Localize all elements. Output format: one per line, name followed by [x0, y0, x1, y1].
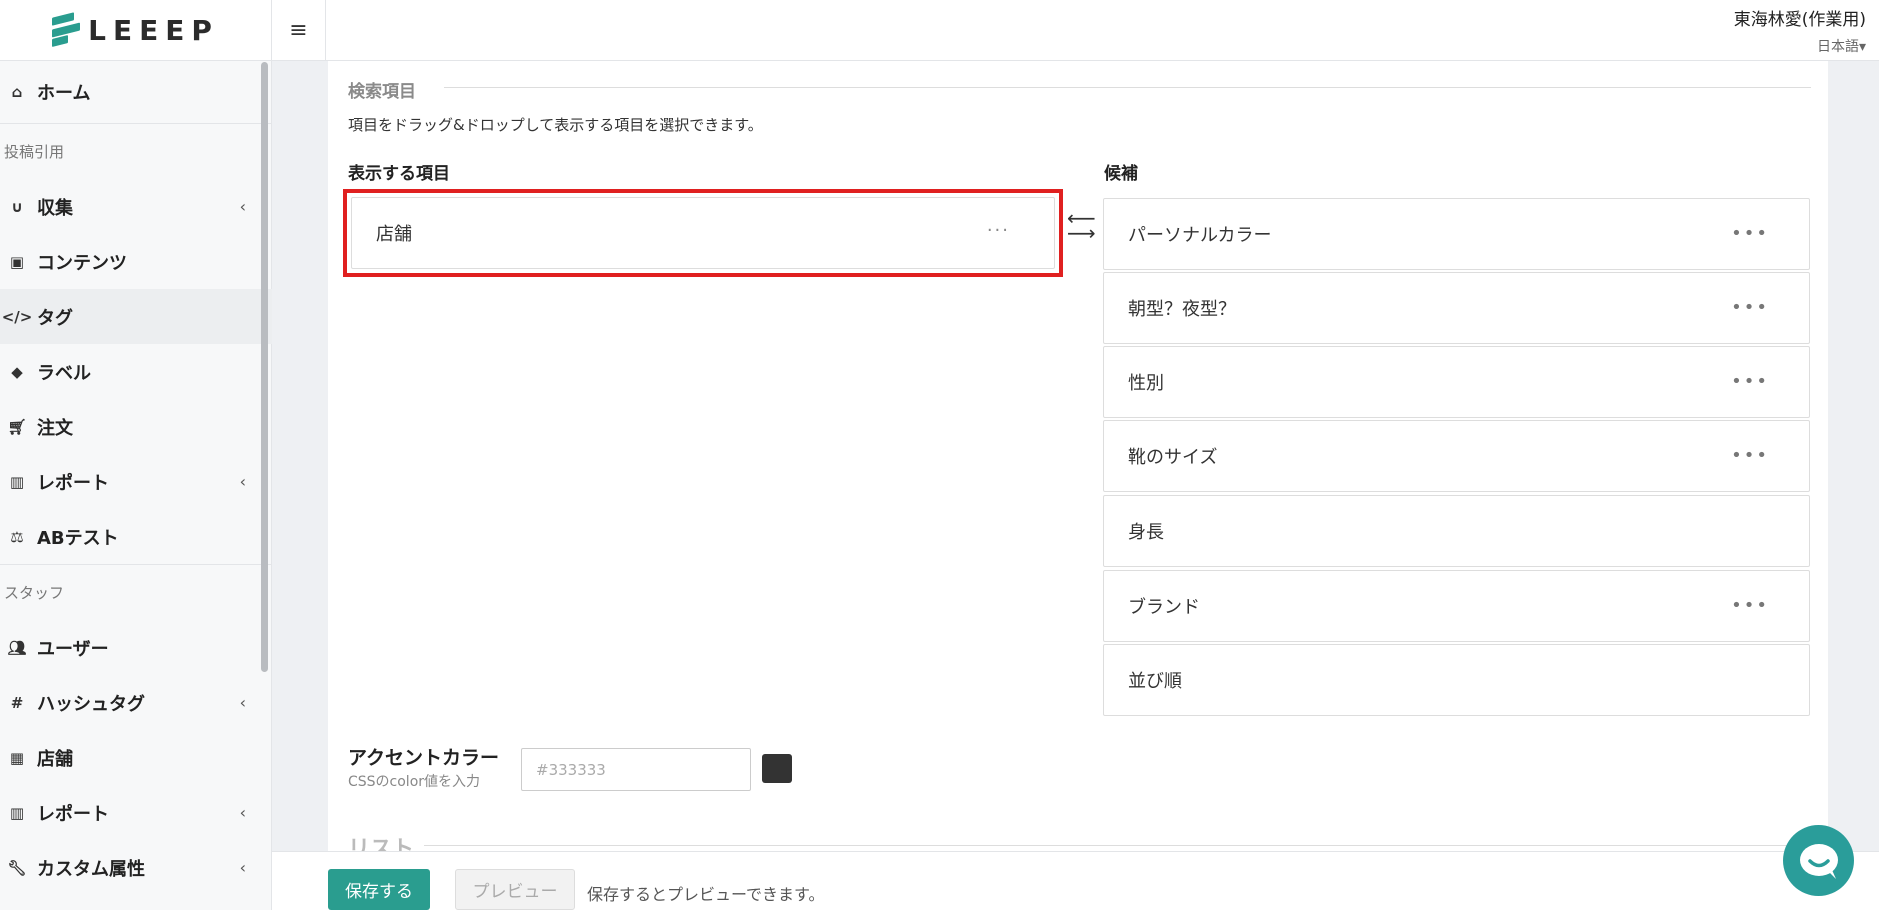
chevron-left-icon: ‹ — [239, 197, 246, 216]
candidate-item[interactable]: 朝型？夜型？ ••• — [1103, 272, 1810, 344]
chevron-left-icon: ‹ — [239, 858, 246, 877]
top-header: ≡ 東海林愛(作業用) 日本語▾ — [272, 0, 1879, 61]
section-divider — [444, 87, 1811, 88]
sidebar-item-collect[interactable]: ∪ 収集 ‹ — [0, 179, 272, 234]
bar-chart-icon: ▥ — [9, 803, 25, 822]
sidebar-item-label: ラベル — [37, 362, 91, 384]
sidebar-item-tags[interactable]: </> タグ — [0, 289, 272, 344]
item-label: 並び順 — [1128, 671, 1182, 692]
sidebar-item-hashtag[interactable]: # ハッシュタグ ‹ — [0, 675, 272, 730]
preview-button[interactable]: プレビュー — [455, 869, 575, 910]
sidebar-item-report[interactable]: ▥ レポート ‹ — [0, 454, 272, 509]
more-icon[interactable]: ••• — [1731, 297, 1769, 318]
sidebar-item-contents[interactable]: ▣ コンテンツ — [0, 234, 272, 289]
search-section-description: 項目をドラッグ&ドロップして表示する項目を選択できます。 — [348, 116, 763, 134]
item-label: 性別 — [1128, 373, 1164, 394]
accent-color-input[interactable]: #333333 — [521, 748, 751, 791]
sidebar-item-label: 収集 — [37, 197, 73, 219]
sidebar-item-label: 店舗 — [37, 748, 73, 770]
more-icon[interactable]: ••• — [1731, 445, 1769, 466]
swap-arrows-icon: ⟵ ⟶ — [1067, 206, 1096, 245]
chevron-left-icon: ‹ — [239, 803, 246, 822]
save-button[interactable]: 保存する — [328, 869, 430, 910]
sidebar-item-label: レポート — [37, 803, 109, 825]
sidebar-scrollbar[interactable] — [261, 62, 268, 672]
sidebar-item-labels[interactable]: ◆ ラベル — [0, 344, 272, 399]
more-icon[interactable]: ••• — [1731, 595, 1769, 616]
users-icon: 👥︎ — [7, 638, 27, 657]
main-content: 検索項目 項目をドラッグ&ドロップして表示する項目を選択できます。 表示する項目… — [328, 61, 1828, 851]
sidebar-item-ab-test[interactable]: ⚖ ABテスト — [0, 509, 272, 564]
candidate-item[interactable]: パーソナルカラー ••• — [1103, 198, 1810, 270]
candidate-item[interactable]: ブランド ••• — [1103, 570, 1810, 642]
wrench-icon: 🔧︎ — [7, 858, 27, 877]
user-name[interactable]: 東海林愛(作業用) — [1734, 5, 1866, 30]
search-section-title: 検索項目 — [348, 82, 416, 102]
sidebar-item-label: ハッシュタグ — [37, 693, 145, 715]
sidebar-section-posts: 投稿引用 — [0, 123, 272, 179]
logo-text: LEEEP — [88, 13, 219, 47]
sidebar-item-users[interactable]: 👥︎ ユーザー — [0, 620, 272, 675]
logo[interactable]: LEEEP — [0, 0, 271, 61]
item-label: 靴のサイズ — [1128, 447, 1218, 468]
footer-bar: 保存する プレビュー 保存するとプレビューできます。 — [272, 851, 1879, 910]
logo-mark-icon — [52, 12, 81, 48]
item-label: 朝型？夜型？ — [1128, 299, 1236, 320]
sidebar-section-staff: スタッフ — [0, 564, 272, 620]
sidebar-item-label: コンテンツ — [37, 252, 127, 274]
chat-icon[interactable] — [1783, 825, 1854, 896]
chevron-left-icon: ‹ — [239, 693, 246, 712]
candidate-item[interactable]: 並び順 — [1103, 644, 1810, 716]
hashtag-icon: # — [10, 693, 24, 712]
sidebar-item-home[interactable]: ⌂ ホーム — [0, 61, 272, 123]
code-icon: </> — [1, 307, 33, 326]
shown-items-label: 表示する項目 — [348, 164, 450, 184]
list-section-title: リスト — [348, 837, 415, 851]
sidebar-item-label: レポート — [37, 472, 109, 494]
sidebar-item-label: ユーザー — [37, 638, 109, 660]
more-icon[interactable]: ••• — [1731, 223, 1769, 244]
preview-note: 保存するとプレビューできます。 — [587, 885, 825, 904]
sidebar-item-label: カスタム属性 — [37, 858, 145, 880]
candidate-item[interactable]: 身長 — [1103, 495, 1810, 567]
more-icon[interactable]: ••• — [1731, 371, 1769, 392]
more-icon[interactable]: ··· — [987, 220, 1010, 241]
sidebar-item-staff-report[interactable]: ▥ レポート ‹ — [0, 785, 272, 840]
sidebar-item-label: ABテスト — [37, 527, 119, 549]
item-label: ブランド — [1128, 597, 1200, 618]
image-icon: ▣ — [9, 252, 25, 271]
sidebar-nav: ⌂ ホーム 投稿引用 ∪ 収集 ‹ ▣ コンテンツ </> タグ ◆ ラベル 🛒… — [0, 61, 272, 910]
hamburger-icon[interactable]: ≡ — [272, 0, 326, 61]
shown-item-store[interactable]: 店舗 ··· — [351, 197, 1055, 269]
bar-chart-icon: ▥ — [9, 472, 25, 491]
sidebar: LEEEP ⌂ ホーム 投稿引用 ∪ 収集 ‹ ▣ コンテンツ </> タグ ◆… — [0, 0, 272, 910]
sidebar-item-label: ホーム — [37, 83, 91, 104]
language-selector[interactable]: 日本語▾ — [1817, 36, 1866, 56]
building-icon: ▦ — [9, 748, 25, 767]
sidebar-item-orders[interactable]: 🛒︎ 注文 — [0, 399, 272, 454]
tag-icon: ◆ — [11, 362, 23, 381]
item-label: パーソナルカラー — [1128, 225, 1272, 246]
sidebar-item-stores[interactable]: ▦ 店舗 — [0, 730, 272, 785]
section-divider — [424, 845, 1811, 846]
cart-icon: 🛒︎ — [7, 417, 27, 436]
color-swatch[interactable] — [762, 754, 792, 783]
item-label: 店舗 — [376, 224, 412, 245]
sidebar-item-label: 注文 — [37, 417, 73, 439]
candidate-item[interactable]: 靴のサイズ ••• — [1103, 420, 1810, 492]
item-label: 身長 — [1128, 522, 1164, 543]
sidebar-item-custom-attributes[interactable]: 🔧︎ カスタム属性 ‹ — [0, 840, 272, 895]
sidebar-item-label: タグ — [37, 307, 73, 329]
candidate-item[interactable]: 性別 ••• — [1103, 346, 1810, 418]
chevron-left-icon: ‹ — [239, 472, 246, 491]
home-icon: ⌂ — [11, 83, 23, 101]
candidates-label: 候補 — [1104, 164, 1138, 184]
magnet-icon: ∪ — [10, 197, 24, 216]
accent-color-hint: CSSのcolor値を入力 — [348, 774, 481, 790]
balance-scale-icon: ⚖ — [10, 527, 24, 546]
accent-color-label: アクセントカラー — [348, 747, 500, 769]
